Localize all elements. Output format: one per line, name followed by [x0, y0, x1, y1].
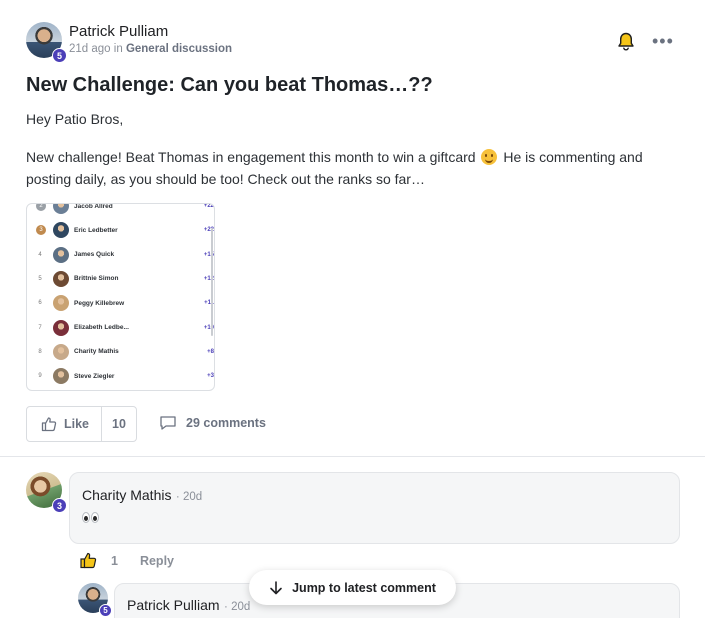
- medal-icon: 3: [36, 225, 46, 236]
- bell-icon[interactable]: [617, 32, 635, 52]
- leaderboard-row: 5 Brittnie Simon +12: [27, 267, 214, 291]
- leaderboard-score: +11: [204, 300, 214, 307]
- leaderboard-rank: 7: [38, 324, 42, 331]
- leaderboard-score: +10: [203, 324, 214, 331]
- leaderboard-avatar: [53, 368, 69, 385]
- comment-actions: 1 Reply: [80, 552, 174, 569]
- reply-author[interactable]: Patrick Pulliam: [127, 597, 220, 613]
- comment-icon: [160, 416, 176, 430]
- comment-time: · 20d: [175, 491, 203, 503]
- leaderboard-name: Elizabeth Ledbe...: [74, 324, 129, 331]
- more-options-icon[interactable]: •••: [652, 32, 674, 50]
- post-title: New Challenge: Can you beat Thomas…??: [26, 74, 433, 96]
- level-badge: 5: [52, 48, 67, 63]
- post-body: New challenge! Beat Thomas in engagement…: [26, 146, 676, 190]
- divider: [0, 456, 705, 457]
- post-greeting: Hey Patio Bros,: [26, 111, 124, 127]
- leaderboard-avatar: [53, 319, 69, 336]
- reply-time: · 20d: [224, 601, 251, 613]
- leaderboard-row: 7 Elizabeth Ledbe... +10: [27, 316, 214, 340]
- leaderboard-rank: 9: [38, 373, 42, 380]
- leaderboard-row: 8 Charity Mathis +8: [27, 340, 214, 364]
- arrow-down-icon: [270, 580, 282, 594]
- level-badge: 3: [52, 498, 67, 513]
- leaderboard-score: +8: [207, 348, 214, 355]
- author-name[interactable]: Patrick Pulliam: [69, 22, 232, 42]
- leaderboard-avatar: [53, 270, 69, 287]
- comments-count: 29 comments: [186, 416, 266, 430]
- comments-button[interactable]: 29 comments: [159, 415, 266, 431]
- leaderboard-score: +3: [207, 373, 214, 380]
- leaderboard-name: Brittnie Simon: [74, 275, 119, 283]
- space-link[interactable]: General discussion: [126, 43, 232, 55]
- leaderboard-row: 2 Jacob Allred +22: [27, 203, 214, 218]
- leaderboard-name: Charity Mathis: [74, 348, 119, 356]
- medal-icon: 2: [36, 204, 46, 211]
- level-badge: 5: [99, 604, 112, 617]
- reply-avatar[interactable]: 5: [78, 583, 112, 617]
- leaderboard-row: 9 Steve Ziegler +3: [27, 364, 214, 388]
- leaderboard-rank: 8: [38, 348, 42, 355]
- author-avatar[interactable]: 5: [26, 22, 67, 63]
- like-label: Like: [64, 417, 90, 431]
- comment-author[interactable]: Charity Mathis: [82, 487, 171, 503]
- leaderboard-rank: 5: [38, 275, 42, 282]
- leaderboard-score: +22: [203, 203, 214, 209]
- comment-like-count[interactable]: 1: [111, 554, 118, 568]
- leaderboard-avatar: [53, 222, 69, 239]
- eyes-emoji-icon: [82, 512, 100, 524]
- leaderboard-score: +12: [203, 275, 214, 282]
- leaderboard-name: Eric Ledbetter: [74, 226, 118, 234]
- like-button[interactable]: Like: [27, 407, 103, 441]
- leaderboard-row: 3 Eric Ledbetter +22: [27, 218, 214, 242]
- leaderboard-avatar: [53, 343, 69, 360]
- leaderboard-avatar: [53, 204, 69, 214]
- leaderboard-name: Peggy Killebrew: [74, 299, 125, 307]
- post-meta: 21d ago in General discussion: [69, 43, 232, 55]
- leaderboard-rank: 4: [38, 251, 42, 258]
- leaderboard-avatar: [53, 246, 69, 263]
- like-count[interactable]: 10: [102, 407, 136, 441]
- post-time: 21d ago: [69, 43, 111, 55]
- leaderboard-avatar: [53, 295, 69, 312]
- post-header: 5 Patrick Pulliam 21d ago in General dis…: [26, 22, 232, 63]
- comment-body: [82, 511, 679, 527]
- jump-label: Jump to latest comment: [292, 580, 436, 595]
- leaderboard-name: Jacob Allred: [74, 203, 113, 210]
- leaderboard-image[interactable]: 2 Jacob Allred +22 3 Eric Ledbetter +22 4 James…: [26, 203, 215, 391]
- leaderboard-name: Steve Ziegler: [74, 372, 115, 380]
- author-info: Patrick Pulliam 21d ago in General discu…: [69, 22, 232, 55]
- leaderboard-name: James Quick: [74, 251, 115, 259]
- reply-button[interactable]: Reply: [140, 554, 174, 568]
- leaderboard-score: +15: [203, 251, 214, 258]
- comment-bubble: Charity Mathis · 20d: [69, 472, 680, 544]
- jump-to-latest-button[interactable]: Jump to latest comment: [249, 570, 456, 605]
- leaderboard-scrollbar: [211, 228, 213, 336]
- smile-emoji-icon: [481, 149, 498, 165]
- like-group: Like 10: [26, 406, 137, 442]
- leaderboard-score: +22: [203, 227, 214, 234]
- in-word: in: [113, 43, 123, 55]
- leaderboard-rank: 6: [38, 300, 42, 307]
- comment-avatar[interactable]: 3: [26, 472, 67, 513]
- leaderboard-row: 6 Peggy Killebrew +11: [27, 291, 214, 315]
- post-body-text-1: New challenge! Beat Thomas in engagement…: [26, 149, 476, 165]
- thumbs-up-icon: [41, 417, 57, 432]
- leaderboard-row: 4 James Quick +15: [27, 243, 214, 267]
- thumbs-up-filled-icon[interactable]: [80, 552, 98, 569]
